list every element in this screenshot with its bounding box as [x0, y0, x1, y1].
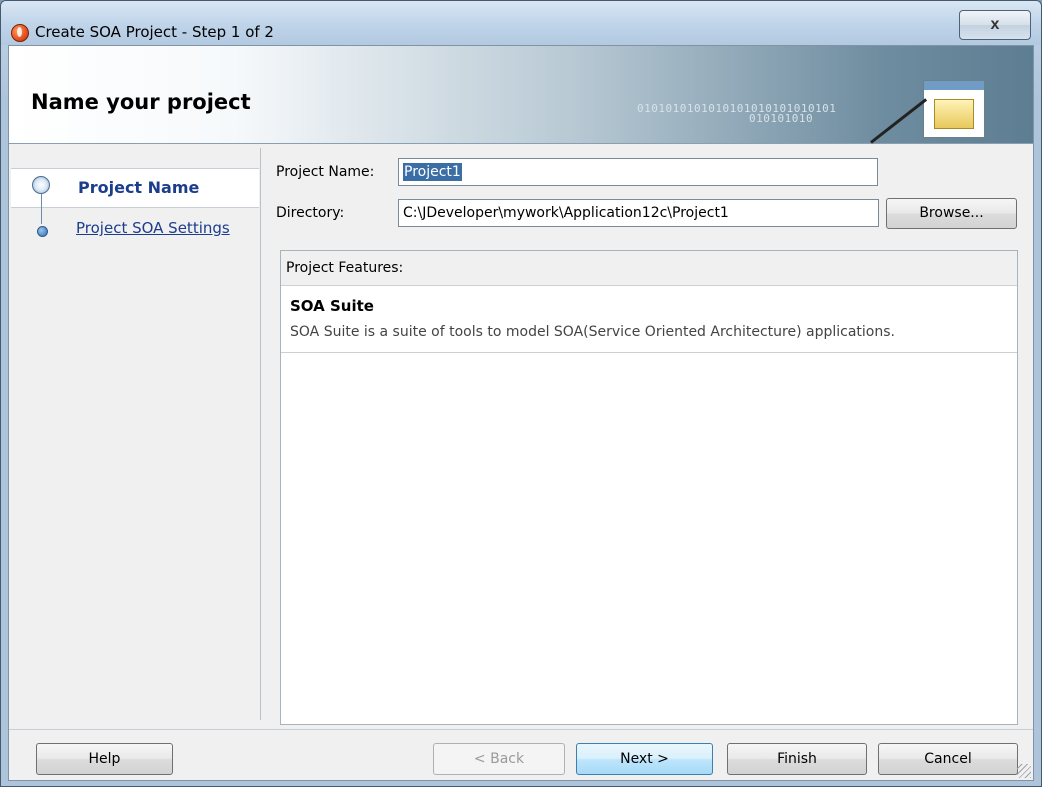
title-bar: Create SOA Project - Step 1 of 2 x — [1, 1, 1041, 45]
browse-button[interactable]: Browse... — [886, 198, 1017, 229]
nav-step-project-name[interactable]: Project Name — [78, 178, 199, 197]
feature-item-soa-suite[interactable]: SOA Suite SOA Suite is a suite of tools … — [281, 286, 1017, 353]
features-header-label: Project Features: — [286, 260, 404, 276]
banner-binary-text-2: 010101010 — [749, 112, 814, 125]
window-title: Create SOA Project - Step 1 of 2 — [35, 23, 274, 41]
back-button[interactable]: < Back — [433, 743, 565, 775]
close-button[interactable]: x — [959, 10, 1031, 40]
step-current-icon — [32, 176, 50, 194]
jdeveloper-app-icon — [11, 24, 29, 42]
resize-grip-icon[interactable] — [1017, 764, 1031, 778]
cancel-button[interactable]: Cancel — [878, 743, 1018, 775]
dialog-window: Create SOA Project - Step 1 of 2 x Name … — [0, 0, 1042, 787]
project-features-panel: Project Features: SOA Suite SOA Suite is… — [280, 250, 1018, 725]
next-button[interactable]: Next > — [576, 743, 713, 775]
step-connector — [41, 192, 42, 224]
feature-description: SOA Suite is a suite of tools to model S… — [290, 324, 895, 340]
wizard-steps-nav: Project Name Project SOA Settings — [11, 148, 261, 720]
finish-button[interactable]: Finish — [727, 743, 867, 775]
nav-step-project-soa-settings[interactable]: Project SOA Settings — [76, 219, 230, 237]
directory-input[interactable]: C:\JDeveloper\mywork\Application12c\Proj… — [398, 199, 879, 227]
feature-name: SOA Suite — [290, 297, 374, 315]
header-banner: Name your project 0101010101010101010101… — [9, 46, 1033, 144]
directory-label: Directory: — [276, 205, 345, 221]
features-header: Project Features: — [281, 251, 1017, 286]
project-name-input[interactable]: Project1 — [398, 158, 878, 186]
help-button[interactable]: Help — [36, 743, 173, 775]
folder-wizard-icon — [923, 80, 985, 138]
dialog-content: Name your project 0101010101010101010101… — [8, 45, 1034, 781]
footer-divider — [9, 729, 1033, 730]
step-pending-icon — [37, 226, 48, 237]
page-title: Name your project — [31, 90, 251, 114]
project-name-value: Project1 — [403, 163, 462, 181]
project-name-label: Project Name: — [276, 164, 375, 180]
